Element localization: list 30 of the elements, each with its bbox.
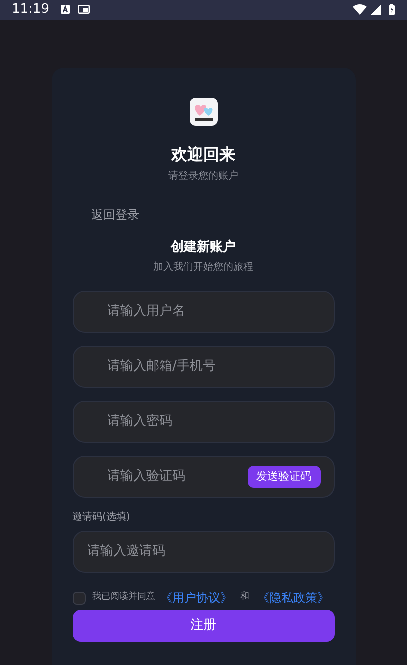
input-field[interactable]: 请输入验证码 发送验证码 bbox=[72, 456, 334, 498]
input-field[interactable]: 请输入密码 bbox=[72, 401, 334, 443]
invite-code-label: 邀请码(选填) bbox=[72, 510, 132, 525]
text-input[interactable]: 请输入用户名 bbox=[108, 302, 320, 322]
status-time: 11:19 bbox=[12, 1, 50, 19]
send-code-button[interactable]: 发送验证码 bbox=[248, 466, 320, 488]
input-field[interactable]: 请输入邀请码 bbox=[72, 531, 334, 573]
picture-in-picture-icon bbox=[78, 5, 90, 14]
input-field[interactable]: 请输入用户名 bbox=[72, 291, 334, 333]
text-input[interactable]: 请输入密码 bbox=[108, 412, 320, 432]
agree-checkbox[interactable] bbox=[72, 592, 86, 604]
text-input[interactable]: 请输入邮箱/手机号 bbox=[108, 357, 320, 377]
register-button[interactable]: 注册 bbox=[72, 610, 334, 642]
privacy-policy-link[interactable]: 《隐私政策》 bbox=[258, 589, 330, 607]
notification-a-icon bbox=[61, 5, 70, 14]
welcome-title: 欢迎回来 bbox=[172, 144, 236, 164]
input-field[interactable]: 请输入邮箱/手机号 bbox=[72, 346, 334, 388]
agree-text: 我已阅读并同意 bbox=[92, 591, 156, 604]
text-input[interactable]: 请输入邀请码 bbox=[88, 542, 320, 562]
wifi-icon bbox=[353, 4, 367, 16]
create-account-title: 创建新账户 bbox=[171, 238, 236, 256]
battery-icon bbox=[389, 4, 395, 16]
back-to-login-link[interactable]: 返回登录 bbox=[92, 208, 140, 222]
and-text: 和 bbox=[240, 591, 250, 604]
text-input[interactable]: 请输入验证码 bbox=[108, 467, 248, 487]
user-agreement-link[interactable]: 《用户协议》 bbox=[160, 589, 232, 607]
login-subtitle: 请登录您的账户 bbox=[168, 170, 238, 184]
register-subtitle: 加入我们开始您的旅程 bbox=[154, 260, 254, 275]
app-logo-icon bbox=[190, 98, 218, 126]
signal-icon bbox=[371, 4, 381, 15]
